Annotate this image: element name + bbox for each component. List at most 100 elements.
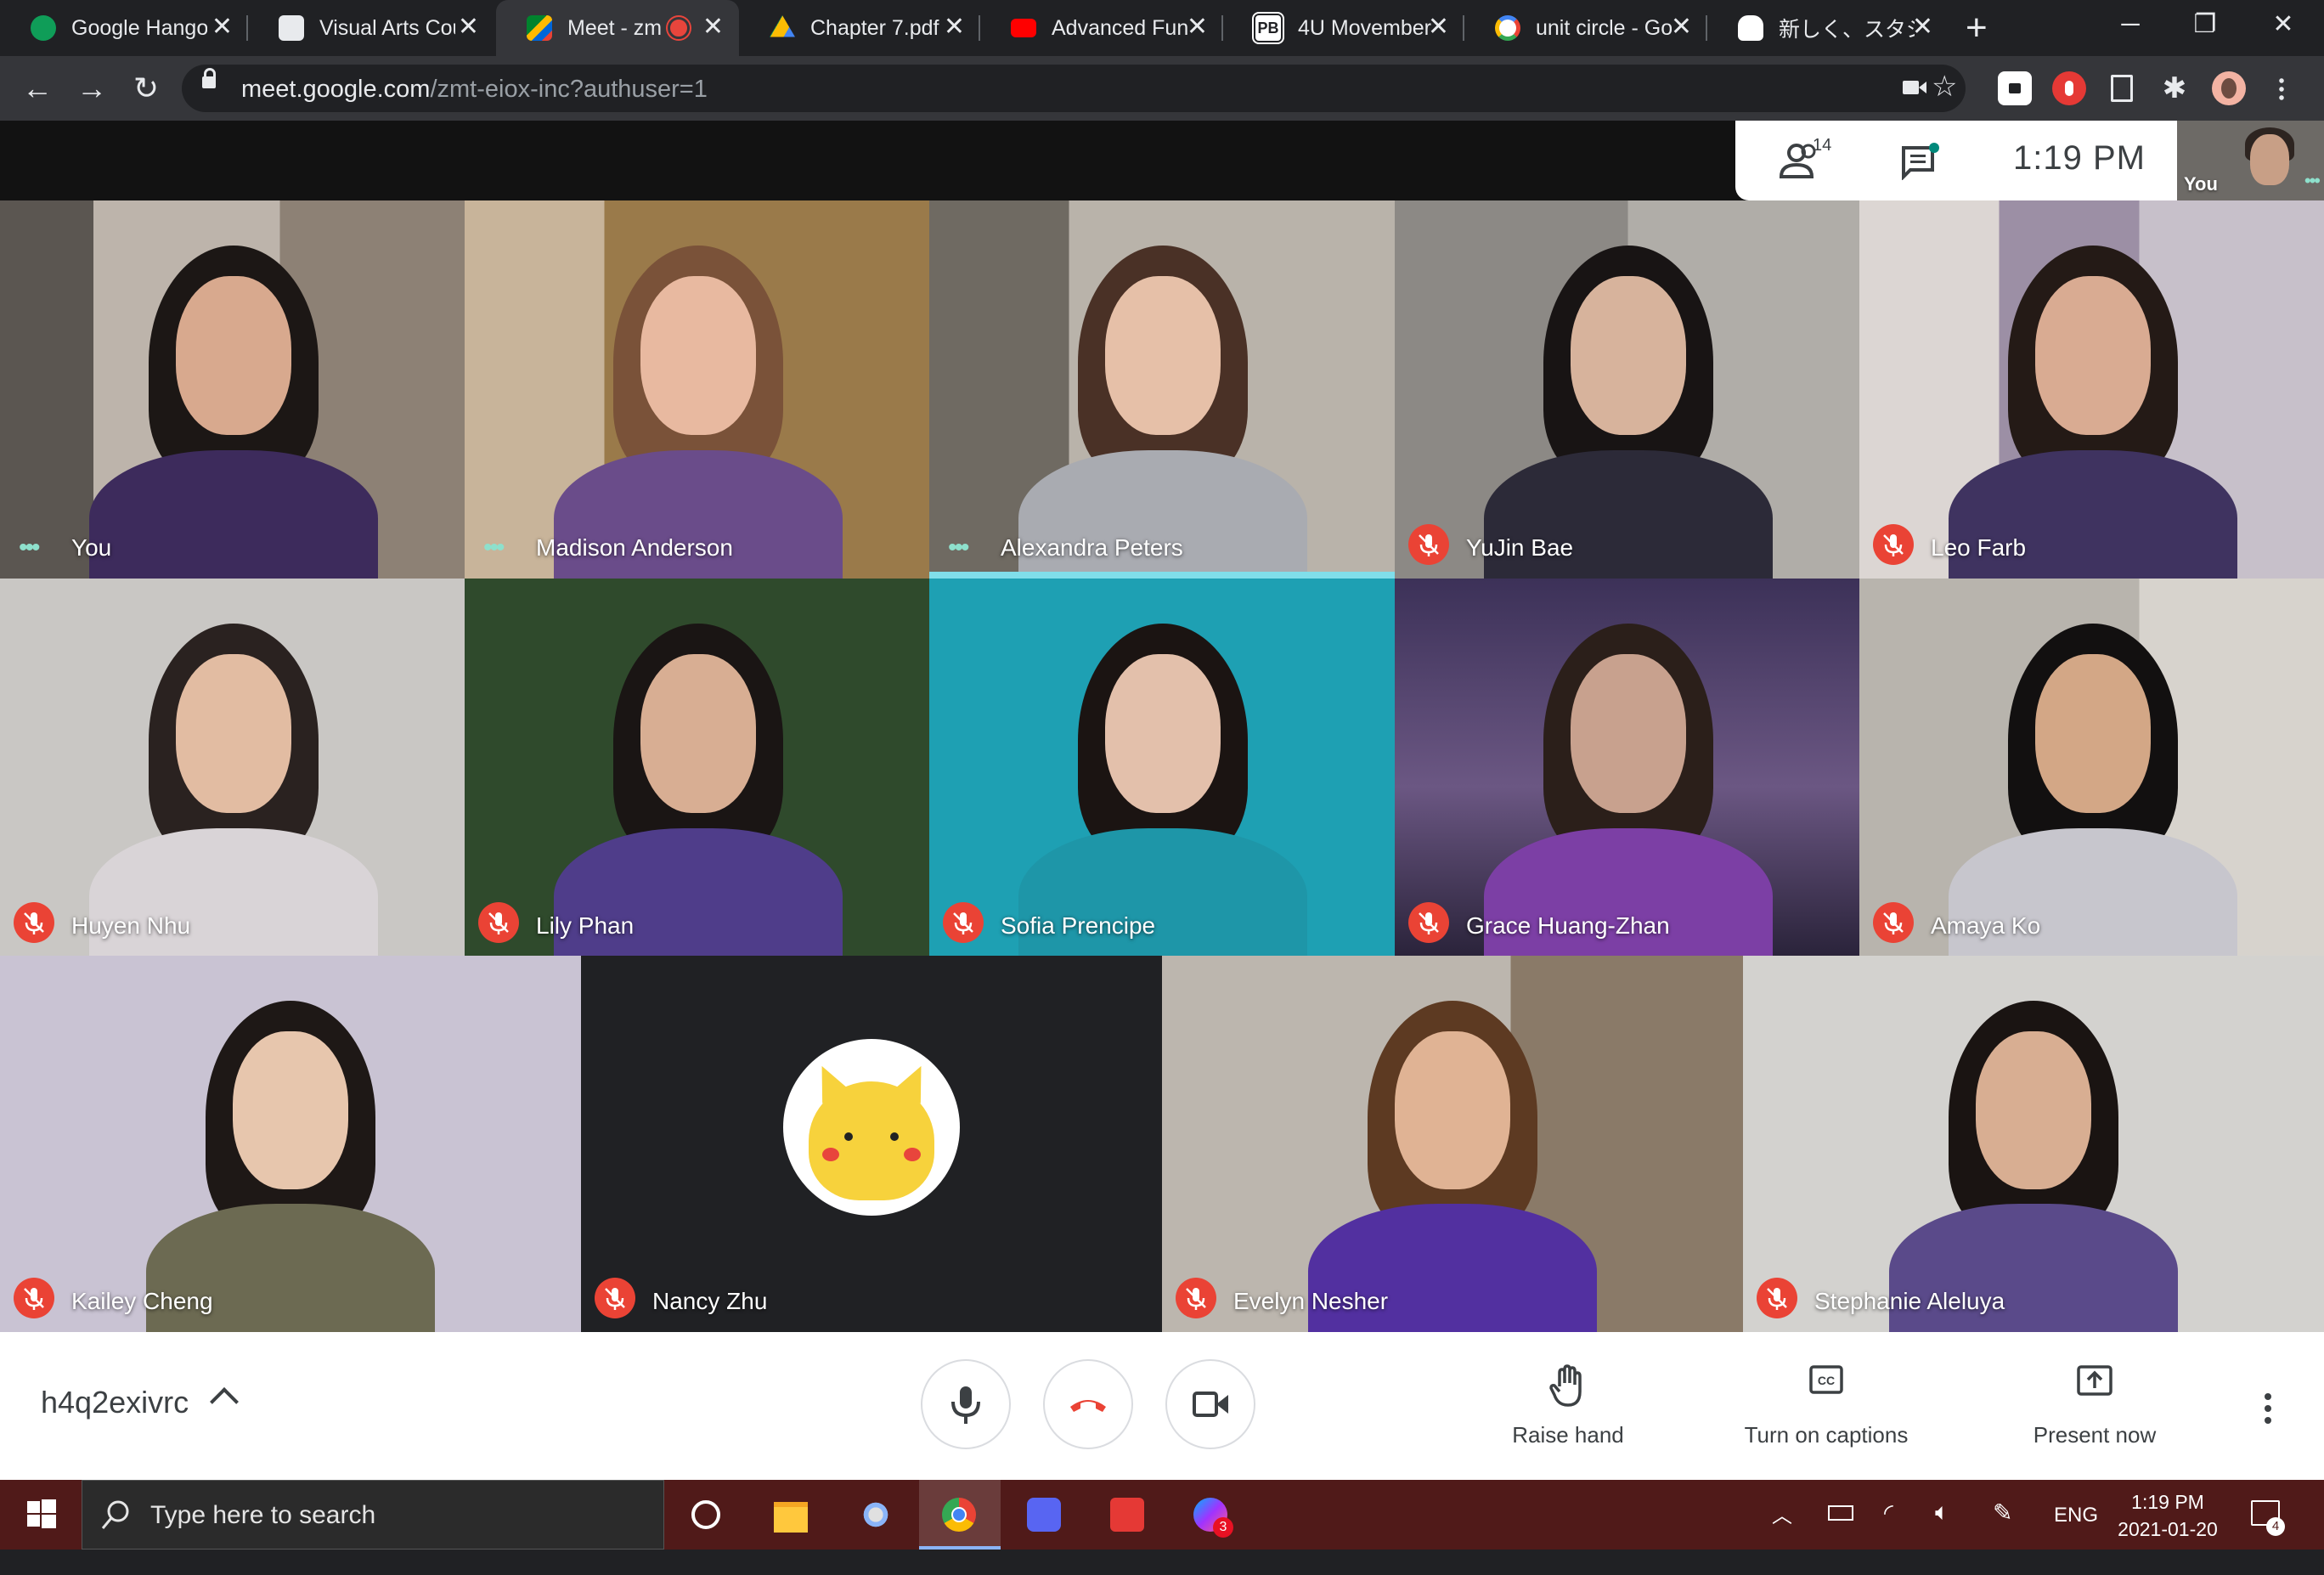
present-now-button[interactable]: Present now [1993, 1358, 2197, 1459]
participant-tile[interactable]: Grace Huang-Zhan [1395, 579, 1861, 957]
chrome-menu-icon[interactable] [2265, 71, 2299, 105]
game-app-icon[interactable] [1021, 1492, 1067, 1538]
close-tab-icon[interactable]: ✕ [702, 14, 724, 40]
back-arrow-icon[interactable]: ← [17, 68, 58, 109]
forward-arrow-icon[interactable]: → [71, 68, 112, 109]
participant-tile[interactable]: Stephanie Aleluya [1743, 956, 2324, 1332]
notifications-icon[interactable]: 4 [2251, 1495, 2285, 1565]
tab-unit-circle[interactable]: unit circle - Go ✕ [1464, 0, 1707, 56]
camera-button[interactable] [1165, 1359, 1255, 1449]
more-options-icon[interactable] [2265, 1393, 2273, 1427]
minimize-icon[interactable]: ─ [2090, 0, 2171, 51]
tab-japanese-studio[interactable]: 新しく、スタジオ ✕ [1707, 0, 1949, 56]
close-tab-icon[interactable]: ✕ [458, 14, 479, 40]
new-tab-button[interactable]: + [1966, 7, 1988, 49]
mic-off-icon [1757, 1278, 1797, 1318]
mic-off-icon [14, 1278, 54, 1318]
self-view-thumbnail[interactable]: You ••• [2177, 121, 2324, 200]
tab-visual-arts[interactable]: Visual Arts Cou ✕ [248, 0, 494, 56]
close-tab-icon[interactable]: ✕ [1912, 14, 1933, 40]
participant-face [1976, 1030, 2091, 1189]
raise-hand-button[interactable]: Raise hand [1466, 1358, 1670, 1459]
close-tab-icon[interactable]: ✕ [1671, 14, 1692, 40]
language-indicator[interactable]: ENG [2054, 1504, 2098, 1573]
participant-tile[interactable]: ••• Madison Anderson [465, 200, 931, 579]
google-drive-icon [770, 15, 795, 37]
participant-tile[interactable]: Amaya Ko [1859, 579, 2324, 957]
notification-count: 4 [2266, 1517, 2285, 1536]
taskbar-search-box[interactable]: Type here to search [82, 1480, 664, 1550]
tab-label: unit circle - Go [1536, 15, 1672, 40]
microphone-button[interactable] [921, 1359, 1011, 1449]
participant-tile[interactable]: Nancy Zhu [581, 956, 1162, 1332]
close-tab-icon[interactable]: ✕ [1187, 14, 1208, 40]
pen-icon[interactable]: ✎ [1993, 1499, 2012, 1568]
tab-4u-movember[interactable]: PB 4U Movember ✕ [1223, 0, 1464, 56]
mic-off-icon [595, 1278, 635, 1318]
start-button[interactable] [0, 1480, 82, 1550]
hand-extension-icon[interactable] [2052, 71, 2086, 105]
reload-icon[interactable]: ↻ [126, 68, 166, 109]
participant-tile[interactable]: Huyen Nhu [0, 579, 466, 957]
volume-icon[interactable]: 🔈︎ [1935, 1499, 1949, 1568]
tab-label: Advanced Fun [1052, 15, 1187, 40]
address-bar[interactable]: meet.google.com/zmt-eiox-inc?authuser=1 … [182, 65, 1966, 112]
participant-tile[interactable]: Evelyn Nesher [1162, 956, 1743, 1332]
svg-text:CC: CC [1818, 1374, 1835, 1387]
chat-icon[interactable] [1898, 141, 1943, 180]
tab-google-hangouts[interactable]: Google Hango ✕ [0, 0, 248, 56]
participant-name: Huyen Nhu [71, 912, 191, 939]
meeting-info-panel: 14 1:19 PM [1735, 121, 2177, 200]
participant-name: Stephanie Aleluya [1814, 1288, 2005, 1314]
audio-indicator-icon: ••• [483, 533, 505, 562]
restore-icon[interactable]: ❐ [2164, 0, 2246, 51]
puzzle-extensions-icon[interactable]: ✱ [2158, 71, 2191, 105]
messenger-icon[interactable]: 3 [1187, 1492, 1233, 1538]
tab-label: 新しく、スタジオ [1779, 18, 1915, 42]
snip-sketch-icon[interactable] [853, 1492, 899, 1538]
url-text: meet.google.com/zmt-eiox-inc?authuser=1 [241, 76, 708, 104]
messenger-badge: 3 [1213, 1517, 1233, 1538]
participant-tile[interactable]: YuJin Bae [1395, 200, 1861, 579]
profile-avatar[interactable] [2212, 71, 2246, 105]
chrome-icon[interactable] [936, 1492, 982, 1538]
participant-tile[interactable]: ••• You [0, 200, 466, 579]
tab-chapter-7-pdf[interactable]: Chapter 7.pdf ✕ [739, 0, 980, 56]
close-tab-icon[interactable]: ✕ [1428, 14, 1449, 40]
chevron-up-icon[interactable] [210, 1387, 239, 1416]
mic-off-icon [943, 902, 984, 943]
bookmark-star-icon[interactable]: ☆ [1932, 70, 1966, 104]
tab-advanced-functions[interactable]: Advanced Fun ✕ [980, 0, 1223, 56]
cortana-icon[interactable] [683, 1492, 729, 1538]
hang-up-icon [1070, 1400, 1106, 1412]
share-extension-icon[interactable] [2105, 71, 2139, 105]
participant-tile[interactable]: Leo Farb [1859, 200, 2324, 579]
taskbar-clock[interactable]: 1:19 PM 2021-01-20 [2108, 1488, 2227, 1543]
battery-icon[interactable] [1828, 1505, 1853, 1575]
tab-meet[interactable]: Meet - zm ✕ [496, 0, 739, 56]
leave-call-button[interactable] [1043, 1359, 1133, 1449]
participant-tile[interactable]: Lily Phan [465, 579, 931, 957]
close-tab-icon[interactable]: ✕ [212, 14, 233, 40]
lock-extension-icon[interactable] [1998, 71, 2032, 105]
participant-name: Madison Anderson [536, 534, 733, 561]
microphone-icon [951, 1386, 980, 1424]
participant-body [88, 449, 378, 579]
chevron-up-tray-icon[interactable]: ︿ [1772, 1499, 1792, 1568]
participant-tile[interactable]: ••• Alexandra Peters [929, 200, 1396, 579]
participant-name: You [71, 534, 112, 561]
camera-icon[interactable] [1903, 78, 1926, 97]
file-explorer-icon[interactable] [768, 1492, 814, 1538]
gallery-app-icon[interactable] [1104, 1492, 1150, 1538]
captions-button[interactable]: CC Turn on captions [1690, 1358, 1962, 1459]
more-options-dots[interactable]: ••• [2304, 170, 2321, 192]
video-camera-icon [1193, 1392, 1228, 1417]
meeting-code[interactable]: h4q2exivrc [41, 1385, 189, 1420]
wifi-icon[interactable]: ◜ [1884, 1499, 1893, 1568]
participant-face [2034, 654, 2151, 813]
participant-tile[interactable]: Sofia Prencipe [929, 579, 1396, 957]
browser-toolbar: ← → ↻ meet.google.com/zmt-eiox-inc?authu… [0, 56, 2324, 121]
close-window-icon[interactable]: ✕ [2242, 0, 2324, 51]
participant-tile[interactable]: Kailey Cheng [0, 956, 581, 1332]
close-tab-icon[interactable]: ✕ [944, 14, 965, 40]
